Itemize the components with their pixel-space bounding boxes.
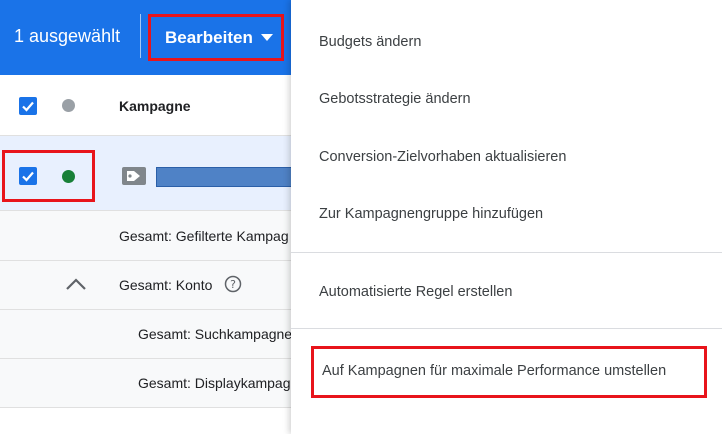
status-header-icon [62, 99, 75, 112]
row-select-highlight [2, 150, 95, 202]
campaign-column-header[interactable]: Kampagne [119, 98, 191, 114]
menu-item-add-to-campaign-group[interactable]: Zur Kampagnengruppe hinzufügen [319, 206, 543, 222]
menu-item-upgrade-label: Auf Kampagnen für maximale Performance u… [322, 363, 667, 379]
campaign-name-redacted[interactable] [156, 167, 292, 187]
total-row-filtered: Gesamt: Gefilterte Kampag [0, 211, 300, 261]
checkmark-icon [22, 101, 34, 112]
total-filtered-label: Gesamt: Gefilterte Kampag [119, 228, 289, 244]
chevron-up-icon[interactable] [65, 277, 87, 291]
menu-divider [291, 252, 722, 253]
menu-item-change-budgets[interactable]: Budgets ändern [319, 34, 421, 50]
help-icon[interactable]: ? [224, 275, 242, 293]
total-search-label: Gesamt: Suchkampagne [138, 326, 293, 342]
edit-dropdown-menu: Budgets ändern Gebotsstrategie ändern Co… [291, 0, 722, 434]
toolbar-divider [140, 14, 141, 58]
menu-item-update-conversion-goals[interactable]: Conversion-Zielvorhaben aktualisieren [319, 149, 566, 165]
svg-text:?: ? [230, 278, 236, 291]
total-row-search: Gesamt: Suchkampagne [0, 310, 300, 359]
menu-item-upgrade-to-performance-max[interactable]: Auf Kampagnen für maximale Performance u… [311, 346, 707, 398]
menu-item-create-automated-rule[interactable]: Automatisierte Regel erstellen [319, 284, 512, 300]
table-header-row: Kampagne [0, 75, 300, 136]
select-all-checkbox[interactable] [19, 97, 37, 115]
tag-icon [122, 167, 146, 185]
selected-count-label: 1 ausgewählt [14, 26, 121, 46]
total-row-account: Gesamt: Konto ? [0, 261, 300, 310]
total-account-label: Gesamt: Konto [119, 277, 213, 293]
edit-button[interactable]: Bearbeiten [148, 14, 284, 61]
menu-divider [291, 328, 722, 329]
total-row-display: Gesamt: Displaykampag [0, 359, 300, 408]
total-display-label: Gesamt: Displaykampag [138, 375, 291, 391]
edit-button-label: Bearbeiten [165, 27, 253, 47]
caret-down-icon [260, 34, 273, 41]
selection-toolbar: 1 ausgewählt Bearbeiten [0, 0, 300, 75]
menu-item-change-bid-strategy[interactable]: Gebotsstrategie ändern [319, 91, 471, 107]
